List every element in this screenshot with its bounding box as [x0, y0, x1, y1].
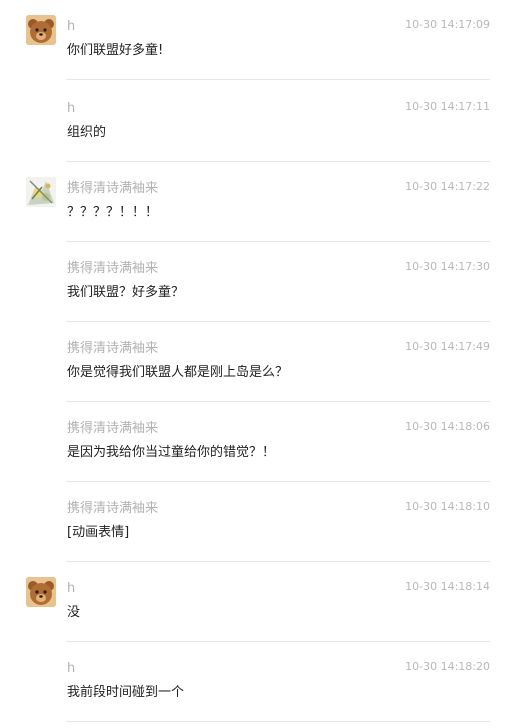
message-timestamp: 10-30 14:18:20: [405, 660, 490, 673]
sender-name: h: [67, 661, 76, 676]
sender-name: h: [67, 19, 76, 34]
message-text: 组织的: [67, 125, 107, 140]
chat-message: 携得清诗满袖来 10-30 14:18:10 [动画表情]: [0, 482, 524, 562]
chat-message: 携得清诗满袖来 10-30 14:17:22 ？？？？！！！: [0, 162, 524, 242]
bear-avatar-icon[interactable]: [26, 577, 56, 607]
chat-message: 携得清诗满袖来 10-30 14:17:30 我们联盟？好多童？: [0, 242, 524, 322]
message-divider: [66, 79, 490, 80]
message-timestamp: 10-30 14:18:10: [405, 500, 490, 513]
chat-message: h 10-30 14:18:20 我前段时间碰到一个: [0, 642, 524, 722]
chat-message: 携得清诗满袖来 10-30 14:17:49 你是觉得我们联盟人都是刚上岛是么？: [0, 322, 524, 402]
message-timestamp: 10-30 14:17:11: [405, 100, 490, 113]
message-timestamp: 10-30 14:17:49: [405, 340, 490, 353]
message-text: 我们联盟？好多童？: [67, 285, 185, 300]
message-text: [动画表情]: [67, 525, 130, 540]
sender-name: 携得清诗满袖来: [67, 341, 159, 356]
message-text: 我前段时间碰到一个: [67, 685, 185, 700]
message-text: 你们联盟好多童!: [67, 43, 164, 58]
chat-message: h 10-30 14:18:14 没: [0, 562, 524, 642]
sender-name: h: [67, 101, 76, 116]
sender-name: 携得清诗满袖来: [67, 261, 159, 276]
chat-message-list: h 10-30 14:17:09 你们联盟好多童! h 10-30 14:17:…: [0, 0, 524, 728]
sender-name: 携得清诗满袖来: [67, 421, 159, 436]
message-timestamp: 10-30 14:17:30: [405, 260, 490, 273]
chat-message: 携得清诗满袖来 10-30 14:18:06 是因为我给你当过童给你的错觉？！: [0, 402, 524, 482]
message-text: 是因为我给你当过童给你的错觉？！: [67, 445, 276, 460]
message-timestamp: 10-30 14:17:09: [405, 18, 490, 31]
sender-name: 携得清诗满袖来: [67, 501, 159, 516]
message-timestamp: 10-30 14:18:06: [405, 420, 490, 433]
bear-avatar-icon[interactable]: [26, 15, 56, 45]
message-text: 没: [67, 605, 81, 620]
message-timestamp: 10-30 14:17:22: [405, 180, 490, 193]
chat-message: h 10-30 14:17:09 你们联盟好多童!: [0, 0, 524, 80]
message-timestamp: 10-30 14:18:14: [405, 580, 490, 593]
message-text: 你是觉得我们联盟人都是刚上岛是么？: [67, 365, 289, 380]
sender-name: h: [67, 581, 76, 596]
flower-avatar-icon[interactable]: [26, 177, 56, 207]
message-divider: [66, 721, 490, 722]
message-text: ？？？？！！！: [67, 205, 159, 220]
sender-name: 携得清诗满袖来: [67, 181, 159, 196]
chat-message: h 10-30 14:17:11 组织的: [0, 82, 524, 162]
